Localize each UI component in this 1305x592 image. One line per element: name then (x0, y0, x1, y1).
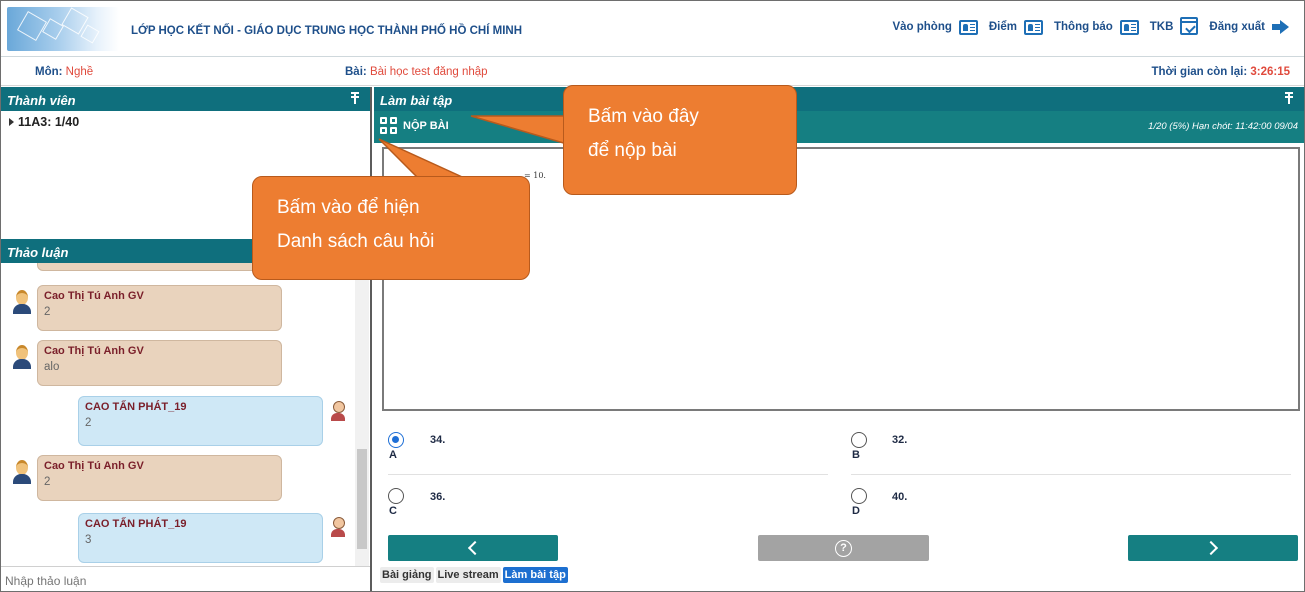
option-divider (388, 474, 828, 475)
time-label: Thời gian còn lại: (1151, 66, 1248, 78)
message-text: 3 (85, 534, 92, 546)
question-list-callout-line2: Danh sách câu hỏi (277, 231, 435, 252)
nav-enter-room[interactable]: Vào phòng (892, 21, 951, 33)
bottom-tabs: Bài giảng Live stream Làm bài tập (380, 567, 568, 583)
option-divider (851, 474, 1291, 475)
tab-live-stream[interactable]: Live stream (435, 567, 501, 583)
id-card-icon[interactable] (1024, 19, 1043, 35)
teacher-avatar-icon (11, 345, 33, 371)
teacher-avatar-icon (11, 290, 33, 316)
option-letter: D (852, 505, 860, 517)
option-d[interactable]: D (851, 488, 871, 517)
chat-input-bar (1, 566, 370, 591)
submit-callout-line2: để nộp bài (588, 140, 677, 161)
chevron-right-icon (1203, 540, 1219, 556)
message-author: Cao Thị Tú Anh GV (44, 345, 144, 357)
option-letter: C (389, 505, 397, 517)
discussion-messages: Cao Thị Tú Anh GV 2 Cao Thị Tú Anh GV al… (1, 263, 370, 566)
message-text: alo (44, 361, 60, 373)
next-question-button[interactable] (1128, 535, 1298, 561)
option-b[interactable]: B (851, 432, 871, 461)
radio-option-a[interactable] (388, 432, 404, 448)
help-button[interactable]: ? (758, 535, 929, 561)
discussion-input[interactable] (5, 573, 365, 589)
lesson-value: Bài học test đăng nhập (369, 66, 488, 78)
discussion-title: Thảo luận (7, 245, 69, 260)
student-avatar-icon (330, 517, 346, 539)
app-window: LỚP HỌC KẾT NỐI - GIÁO DỤC TRUNG HỌC THÀ… (0, 0, 1305, 592)
lesson-label: Bài: (345, 66, 367, 78)
chat-message: CAO TẤN PHÁT_19 3 (78, 513, 323, 563)
id-card-icon[interactable] (958, 19, 978, 35)
logout-icon[interactable] (1272, 19, 1290, 35)
previous-question-button[interactable] (388, 535, 558, 561)
time-remaining: Thời gian còn lại: 3:26:15 (1151, 66, 1290, 78)
option-letter: B (852, 449, 860, 461)
message-author: Cao Thị Tú Anh GV (44, 460, 144, 472)
message-author: CAO TẤN PHÁT_19 (85, 401, 187, 413)
option-a[interactable]: A (388, 432, 408, 461)
message-text: 2 (44, 476, 51, 488)
chat-scrollbar[interactable] (355, 263, 369, 566)
question-list-callout-line1: Bấm vào để hiện (277, 197, 420, 218)
submit-callout-line1: Bấm vào đây (588, 106, 699, 127)
top-header: LỚP HỌC KẾT NỐI - GIÁO DỤC TRUNG HỌC THÀ… (1, 1, 1304, 57)
question-list-callout: Bấm vào để hiện Danh sách câu hỏi (252, 176, 530, 280)
id-card-icon[interactable] (1119, 19, 1139, 35)
option-a-value: 34. (430, 434, 446, 446)
chat-message: Cao Thị Tú Anh GV 2 (37, 455, 282, 501)
time-value: 3:26:15 (1250, 66, 1290, 78)
caret-right-icon[interactable] (9, 118, 14, 126)
option-c-value: 36. (430, 491, 446, 503)
tab-exercise[interactable]: Làm bài tập (502, 567, 568, 583)
option-d-value: 40. (892, 491, 908, 503)
message-text: 2 (44, 306, 51, 318)
subject-info: Môn: Nghề (35, 66, 93, 78)
submit-callout: Bấm vào đây để nộp bài (563, 85, 797, 195)
lesson-info: Bài: Bài học test đăng nhập (345, 66, 488, 78)
option-c[interactable]: C (388, 488, 408, 517)
subject-value: Nghề (65, 66, 94, 78)
members-header: Thành viên (1, 87, 370, 111)
nav-logout[interactable]: Đăng xuất (1209, 21, 1265, 33)
teacher-avatar-icon (11, 460, 33, 486)
nav-notifications[interactable]: Thông báo (1054, 21, 1113, 33)
message-author: CAO TẤN PHÁT_19 (85, 518, 187, 530)
members-title: Thành viên (7, 93, 76, 108)
lesson-info-bar: Môn: Nghề Bài: Bài học test đăng nhập Th… (1, 58, 1304, 86)
chat-message: Cao Thị Tú Anh GV 2 (37, 285, 282, 331)
tab-lecture[interactable]: Bài giảng (380, 567, 434, 583)
radio-option-d[interactable] (851, 488, 867, 504)
chat-message (37, 263, 282, 271)
pin-icon[interactable] (1284, 91, 1294, 105)
option-b-value: 32. (892, 434, 908, 446)
nav-timetable[interactable]: TKB (1150, 21, 1174, 33)
radio-option-b[interactable] (851, 432, 867, 448)
chevron-left-icon (467, 540, 483, 556)
member-group-item[interactable]: 11A3: 1/40 (9, 115, 362, 129)
top-nav: Vào phòng Điểm Thông báo TKB Đăng xuất (892, 17, 1290, 36)
subject-label: Môn: (35, 66, 63, 78)
left-panel: Thành viên 11A3: 1/40 Thảo luận Cao Thị … (1, 87, 372, 591)
chat-message: Cao Thị Tú Anh GV alo (37, 340, 282, 386)
site-title: LỚP HỌC KẾT NỐI - GIÁO DỤC TRUNG HỌC THÀ… (131, 25, 523, 37)
student-avatar-icon (330, 401, 346, 423)
site-logo[interactable] (7, 7, 119, 51)
progress-deadline-text: 1/20 (5%) Hạn chót: 11:42:00 09/04 (1148, 121, 1298, 132)
option-letter: A (389, 449, 397, 461)
radio-option-c[interactable] (388, 488, 404, 504)
message-author: Cao Thị Tú Anh GV (44, 290, 144, 302)
member-group-label: 11A3: 1/40 (18, 115, 80, 129)
nav-grades[interactable]: Điểm (989, 21, 1017, 33)
message-text: 2 (85, 417, 92, 429)
pin-icon[interactable] (350, 91, 360, 105)
calendar-check-icon[interactable] (1180, 17, 1199, 35)
chat-message: CAO TẤN PHÁT_19 2 (78, 396, 323, 446)
scrollbar-thumb[interactable] (357, 449, 367, 549)
question-mark-icon: ? (835, 539, 852, 557)
